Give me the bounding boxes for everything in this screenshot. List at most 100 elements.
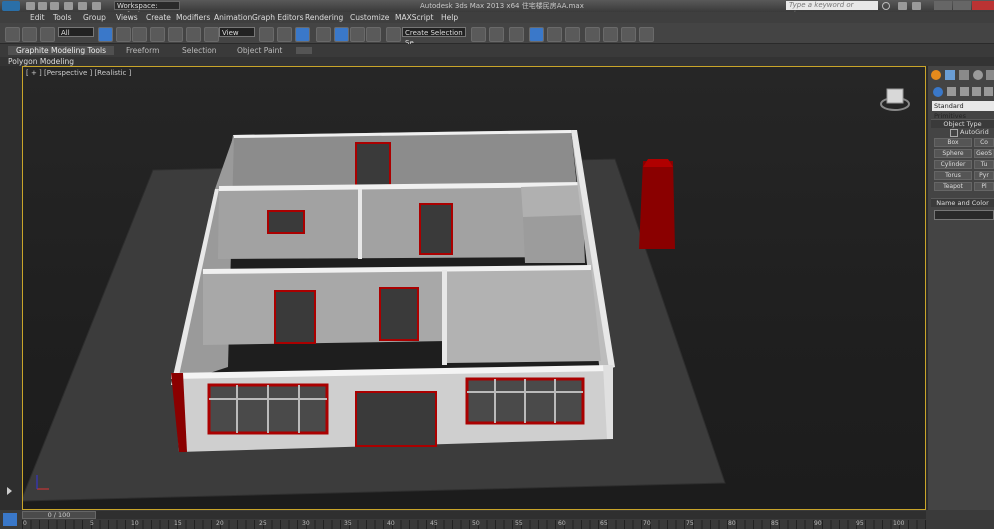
- create-tab-icon[interactable]: [931, 70, 941, 80]
- snaps-toggle-icon[interactable]: [316, 27, 331, 42]
- help-icon[interactable]: [912, 2, 921, 10]
- ribbon-panel-title: Polygon Modeling: [8, 57, 74, 66]
- tab-freeform[interactable]: Freeform: [126, 46, 159, 55]
- menu-help[interactable]: Help: [441, 13, 458, 22]
- primitives-dropdown[interactable]: Standard Primitives: [932, 101, 994, 120]
- keyboard-shortcut-icon[interactable]: [295, 27, 310, 42]
- menu-group[interactable]: Group: [83, 13, 106, 22]
- sphere-button[interactable]: Sphere: [934, 149, 972, 158]
- schematic-view-icon[interactable]: [565, 27, 580, 42]
- object-name-input[interactable]: [934, 210, 994, 220]
- rotate-icon[interactable]: [186, 27, 201, 42]
- close-button[interactable]: [972, 1, 994, 10]
- app-logo-icon[interactable]: [2, 1, 20, 11]
- undo-icon[interactable]: [64, 2, 73, 10]
- select-object-icon[interactable]: [98, 27, 113, 42]
- scale-icon[interactable]: [204, 27, 219, 42]
- save-file-icon[interactable]: [50, 2, 59, 10]
- hold-icon[interactable]: [92, 2, 101, 10]
- angle-snap-icon[interactable]: [334, 27, 349, 42]
- rendered-frame-icon[interactable]: [621, 27, 636, 42]
- ribbon-panel: Polygon Modeling: [0, 57, 994, 66]
- menu-tools[interactable]: Tools: [53, 13, 71, 22]
- teapot-button[interactable]: Teapot: [934, 182, 972, 191]
- plane-button[interactable]: Pl: [974, 182, 994, 191]
- menu-graph-editors[interactable]: Graph Editors: [252, 13, 304, 22]
- menu-animation[interactable]: Animation: [214, 13, 252, 22]
- select-by-name-icon[interactable]: [116, 27, 131, 42]
- name-and-color-rollout[interactable]: Name and Color: [931, 198, 994, 207]
- redo-icon[interactable]: [78, 2, 87, 10]
- time-slider-track[interactable]: [22, 511, 926, 519]
- edit-named-selection-icon[interactable]: [386, 27, 401, 42]
- cameras-icon[interactable]: [972, 87, 981, 96]
- menu-customize[interactable]: Customize: [350, 13, 389, 22]
- rectangle-selection-icon[interactable]: [132, 27, 147, 42]
- spinner-snap-icon[interactable]: [366, 27, 381, 42]
- render-teapot-icon[interactable]: [639, 27, 654, 42]
- curve-editor-icon[interactable]: [547, 27, 562, 42]
- tab-object-paint[interactable]: Object Paint: [237, 46, 282, 55]
- timeline: 0 / 100 0 5 10 15 20 25 30 35 40 45 50 5…: [0, 510, 994, 529]
- lights-icon[interactable]: [960, 87, 969, 96]
- time-slider-thumb[interactable]: 0 / 100: [22, 511, 96, 519]
- mirror-icon[interactable]: [471, 27, 486, 42]
- shapes-icon[interactable]: [947, 87, 956, 96]
- bind-space-warp-icon[interactable]: [40, 27, 55, 42]
- search-input[interactable]: Type a keyword or phrase: [786, 1, 878, 18]
- tick-label: 100: [893, 520, 905, 527]
- search-icon[interactable]: [882, 2, 890, 10]
- pyramid-button[interactable]: Pyr: [974, 171, 994, 180]
- selection-filter-dropdown[interactable]: All: [58, 27, 94, 37]
- menu-edit[interactable]: Edit: [30, 13, 45, 22]
- new-file-icon[interactable]: [26, 2, 35, 10]
- autogrid-checkbox[interactable]: [950, 129, 958, 137]
- red-box: [639, 161, 675, 249]
- perspective-viewport[interactable]: [ + ] [Perspective ] [Realistic ]: [22, 66, 926, 510]
- tube-button[interactable]: Tu: [974, 160, 994, 169]
- cylinder-button[interactable]: Cylinder: [934, 160, 972, 169]
- graphite-toggle-icon[interactable]: [529, 27, 544, 42]
- select-manipulate-icon[interactable]: [277, 27, 292, 42]
- pivot-center-icon[interactable]: [259, 27, 274, 42]
- box-button[interactable]: Box: [934, 138, 972, 147]
- torus-button[interactable]: Torus: [934, 171, 972, 180]
- layer-manager-icon[interactable]: [509, 27, 524, 42]
- render-setup-icon[interactable]: [603, 27, 618, 42]
- geometry-icon[interactable]: [933, 87, 943, 97]
- modify-tab-icon[interactable]: [945, 70, 955, 80]
- tab-selection[interactable]: Selection: [182, 46, 217, 55]
- interior-door-1: [419, 203, 453, 255]
- utilities-tab-icon[interactable]: [986, 70, 994, 80]
- star-icon[interactable]: [898, 2, 907, 10]
- helpers-icon[interactable]: [984, 87, 993, 96]
- tab-graphite-modeling-tools[interactable]: Graphite Modeling Tools: [8, 46, 115, 55]
- open-file-icon[interactable]: [38, 2, 47, 10]
- menu-views[interactable]: Views: [116, 13, 138, 22]
- unlink-icon[interactable]: [22, 27, 37, 42]
- material-editor-icon[interactable]: [585, 27, 600, 42]
- window-crossing-icon[interactable]: [150, 27, 165, 42]
- link-icon[interactable]: [5, 27, 20, 42]
- minimize-button[interactable]: [934, 1, 952, 10]
- menu-rendering[interactable]: Rendering: [305, 13, 343, 22]
- maximize-button[interactable]: [953, 1, 971, 10]
- align-icon[interactable]: [489, 27, 504, 42]
- ribbon-options-icon[interactable]: [296, 47, 312, 54]
- reference-coordinate-dropdown[interactable]: View: [219, 27, 255, 37]
- named-selection-dropdown[interactable]: Create Selection Se: [402, 27, 466, 47]
- menu-create[interactable]: Create: [146, 13, 171, 22]
- object-type-rollout[interactable]: Object Type: [931, 119, 994, 128]
- hierarchy-tab-icon[interactable]: [959, 70, 969, 80]
- cone-button[interactable]: Co: [974, 138, 994, 147]
- expand-arrow-icon[interactable]: [7, 487, 12, 495]
- motion-tab-icon[interactable]: [973, 70, 983, 80]
- move-icon[interactable]: [168, 27, 183, 42]
- geosphere-button[interactable]: GeoS: [974, 149, 994, 158]
- workspace-dropdown[interactable]: Workspace: Default: [114, 1, 180, 19]
- menu-modifiers[interactable]: Modifiers: [176, 13, 210, 22]
- percent-snap-icon[interactable]: [350, 27, 365, 42]
- tick-label: 35: [344, 520, 352, 527]
- mini-curve-icon[interactable]: [3, 513, 17, 526]
- menu-maxscript[interactable]: MAXScript: [395, 13, 434, 22]
